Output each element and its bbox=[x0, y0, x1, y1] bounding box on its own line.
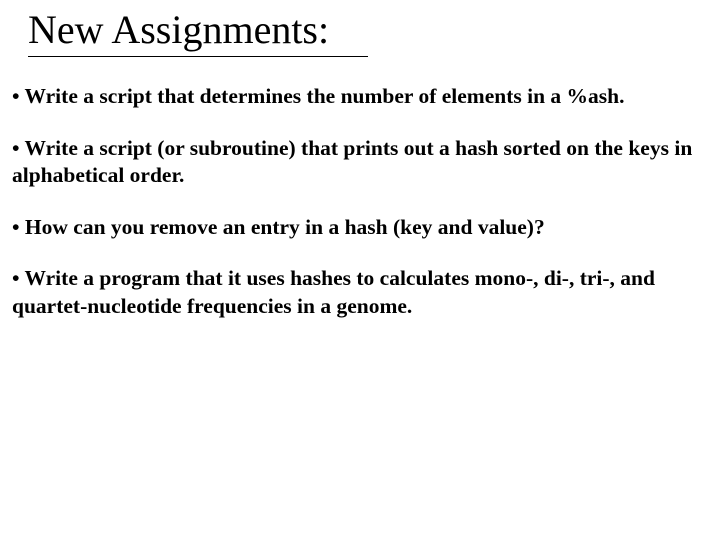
bullet-item: • Write a program that it uses hashes to… bbox=[12, 265, 702, 320]
slide-body: • Write a script that determines the num… bbox=[0, 57, 720, 320]
bullet-text: Write a script that determines the numbe… bbox=[25, 84, 625, 108]
bullet-item: • Write a script (or subroutine) that pr… bbox=[12, 135, 702, 190]
bullet-item: • How can you remove an entry in a hash … bbox=[12, 214, 702, 242]
slide: New Assignments: • Write a script that d… bbox=[0, 0, 720, 540]
bullet-text: How can you remove an entry in a hash (k… bbox=[25, 215, 545, 239]
bullet-text: Write a script (or subroutine) that prin… bbox=[12, 136, 692, 188]
bullet-item: • Write a script that determines the num… bbox=[12, 83, 702, 111]
bullet-icon: • bbox=[12, 84, 20, 108]
bullet-text: Write a program that it uses hashes to c… bbox=[12, 266, 655, 318]
bullet-icon: • bbox=[12, 215, 20, 239]
bullet-icon: • bbox=[12, 136, 20, 160]
bullet-icon: • bbox=[12, 266, 20, 290]
slide-title: New Assignments: bbox=[0, 0, 720, 52]
